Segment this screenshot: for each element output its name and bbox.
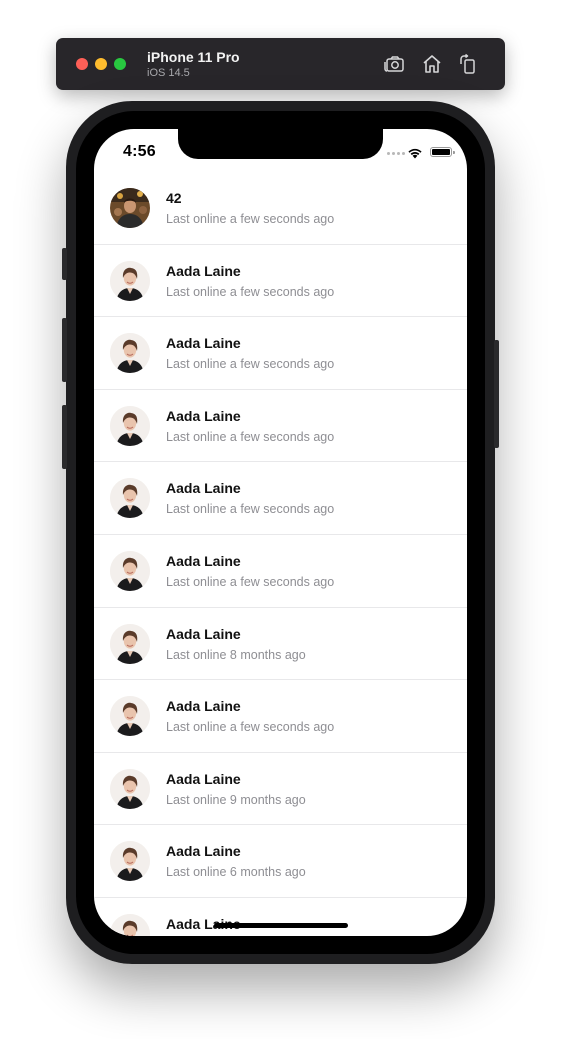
camera-notch	[178, 129, 383, 159]
status-bar-time: 4:56	[123, 143, 156, 160]
contact-name: Aada Laine	[166, 770, 241, 787]
last-online-status: Last online a few seconds ago	[166, 429, 335, 444]
contact-name: Aada Laine	[166, 407, 241, 424]
contact-row[interactable]: Aada Laine Last online 6 months ago	[94, 825, 467, 898]
volume-up-button	[62, 318, 67, 382]
phone-screen: 4:56 42 Last online a few seconds ago Aa…	[94, 129, 467, 936]
contact-row[interactable]: Aada Laine Last online a few seconds ago	[94, 317, 467, 390]
mute-switch	[62, 248, 67, 280]
contact-row[interactable]: Aada Laine Last online 8 months ago	[94, 608, 467, 681]
group-photo-avatar	[110, 188, 150, 228]
battery-icon	[430, 147, 455, 157]
contact-list[interactable]: 42 Last online a few seconds ago Aada La…	[94, 172, 467, 936]
contact-name: Aada Laine	[166, 625, 241, 642]
contact-name: Aada Laine	[166, 843, 241, 860]
last-online-status: Last online a few seconds ago	[166, 574, 335, 589]
last-online-status: Last online 8 months ago	[166, 647, 306, 662]
minimize-window-button[interactable]	[95, 58, 107, 70]
wifi-icon	[407, 146, 423, 159]
contact-name: Aada Laine	[166, 552, 241, 569]
last-online-status: Last online 9 months ago	[166, 792, 306, 807]
screenshot-icon[interactable]	[382, 52, 406, 76]
power-button	[494, 340, 499, 448]
last-online-status: Last online 6 months ago	[166, 865, 306, 880]
rotate-icon[interactable]	[456, 52, 480, 76]
contact-row[interactable]: Aada Laine Last online a few seconds ago	[94, 462, 467, 535]
last-online-status: Last online a few seconds ago	[166, 357, 335, 372]
zoom-window-button[interactable]	[114, 58, 126, 70]
contact-row[interactable]: Aada Laine Last online a few seconds ago	[94, 390, 467, 463]
volume-down-button	[62, 405, 67, 469]
contact-name: Aada Laine	[166, 262, 241, 279]
contact-name: Aada Laine	[166, 480, 241, 497]
signal-icon	[387, 152, 405, 156]
last-online-status: Last online a few seconds ago	[166, 212, 335, 226]
contact-name: 42	[166, 190, 182, 206]
woman-portrait-avatar	[110, 623, 150, 664]
contact-row[interactable]: Aada Laine Last online 9 months ago	[94, 753, 467, 826]
last-online-status: Last online a few seconds ago	[166, 720, 335, 735]
woman-portrait-avatar	[110, 913, 150, 936]
home-icon[interactable]	[420, 52, 444, 76]
contact-row[interactable]: Aada Laine	[94, 898, 467, 936]
simulator-toolbar: iPhone 11 Pro iOS 14.5	[56, 38, 505, 90]
close-window-button[interactable]	[76, 58, 88, 70]
woman-portrait-avatar	[110, 696, 150, 737]
os-version: iOS 14.5	[147, 67, 190, 79]
woman-portrait-avatar	[110, 260, 150, 301]
contact-row[interactable]: Aada Laine Last online a few seconds ago	[94, 680, 467, 753]
home-indicator[interactable]	[214, 923, 348, 928]
contact-name: Aada Laine	[166, 335, 241, 352]
woman-portrait-avatar	[110, 550, 150, 591]
woman-portrait-avatar	[110, 841, 150, 882]
woman-portrait-avatar	[110, 768, 150, 809]
woman-portrait-avatar	[110, 478, 150, 519]
contact-row[interactable]: Aada Laine Last online a few seconds ago	[94, 535, 467, 608]
contact-name: Aada Laine	[166, 698, 241, 715]
last-online-status: Last online a few seconds ago	[166, 502, 335, 517]
contact-row[interactable]: 42 Last online a few seconds ago	[94, 172, 467, 245]
contact-row[interactable]: Aada Laine Last online a few seconds ago	[94, 245, 467, 318]
woman-portrait-avatar	[110, 405, 150, 446]
woman-portrait-avatar	[110, 333, 150, 374]
last-online-status: Last online a few seconds ago	[166, 284, 335, 299]
device-name: iPhone 11 Pro	[147, 49, 240, 65]
